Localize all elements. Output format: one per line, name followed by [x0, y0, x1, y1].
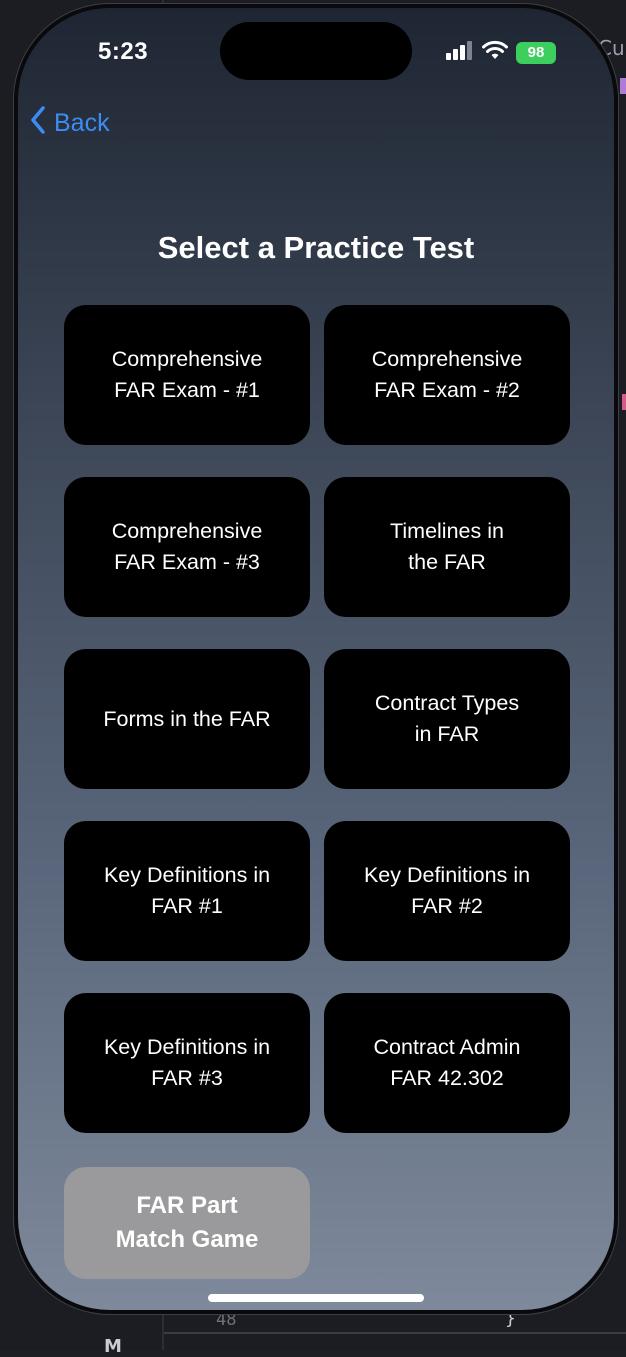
- editor-bottom-line: [164, 1332, 626, 1334]
- wifi-icon: [482, 40, 508, 65]
- page-title: Select a Practice Test: [157, 230, 475, 265]
- cellular-signal-icon: [446, 40, 474, 65]
- back-button[interactable]: Back: [30, 106, 110, 141]
- test-comprehensive-far-exam-3-button[interactable]: Comprehensive FAR Exam - #3: [64, 477, 310, 617]
- editor-highlight-pink: [622, 394, 626, 410]
- test-key-definitions-2-button[interactable]: Key Definitions in FAR #2: [324, 821, 570, 961]
- phone-frame: 5:23 98 Back Select a Practice Test Comp…: [14, 4, 618, 1314]
- battery-level: 98: [527, 44, 545, 61]
- status-time: 5:23: [98, 38, 149, 65]
- status-icons: 98: [446, 40, 556, 65]
- editor-highlight-purple: [620, 78, 626, 94]
- editor-letter: M: [104, 1336, 122, 1357]
- test-comprehensive-far-exam-2-button[interactable]: Comprehensive FAR Exam - #2: [324, 305, 570, 445]
- test-comprehensive-far-exam-1-button[interactable]: Comprehensive FAR Exam - #1: [64, 305, 310, 445]
- test-forms-button[interactable]: Forms in the FAR: [64, 649, 310, 789]
- chevron-left-icon: [30, 106, 46, 141]
- test-key-definitions-3-button[interactable]: Key Definitions in FAR #3: [64, 993, 310, 1133]
- test-contract-admin-button[interactable]: Contract Admin FAR 42.302: [324, 993, 570, 1133]
- home-indicator[interactable]: [208, 1294, 424, 1302]
- far-part-match-game-button[interactable]: FAR Part Match Game: [64, 1167, 310, 1279]
- test-key-definitions-1-button[interactable]: Key Definitions in FAR #1: [64, 821, 310, 961]
- back-label: Back: [54, 109, 110, 137]
- battery-icon: 98: [516, 41, 556, 64]
- test-contract-types-button[interactable]: Contract Types in FAR: [324, 649, 570, 789]
- test-timelines-button[interactable]: Timelines in the FAR: [324, 477, 570, 617]
- dynamic-island: [220, 22, 412, 80]
- app-screen: 5:23 98 Back Select a Practice Test Comp…: [18, 8, 614, 1310]
- practice-test-grid: Comprehensive FAR Exam - #1 Comprehensiv…: [64, 305, 572, 1133]
